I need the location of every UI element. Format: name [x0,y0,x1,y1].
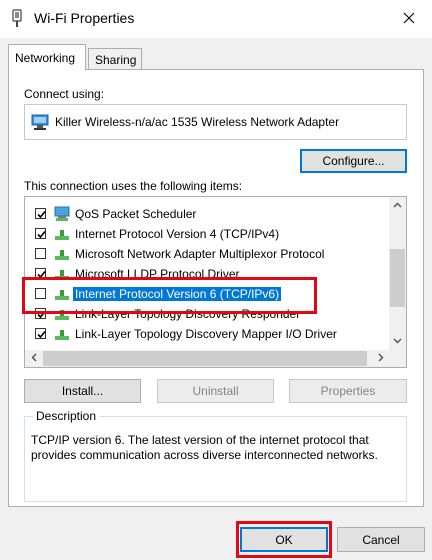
list-item-qos[interactable]: QoS Packet Scheduler [25,204,389,224]
install-button[interactable]: Install... [24,379,141,403]
network-service-icon [53,206,71,225]
wifi-adapter-icon [10,9,24,29]
uninstall-button-label: Uninstall [192,384,239,398]
description-group: Description TCP/IP version 6. The latest… [24,409,407,502]
list-item-label: Internet Protocol Version 4 (TCP/IPv4) [75,227,280,241]
ok-button[interactable]: OK [240,527,328,552]
list-item-label: Internet Protocol Version 6 (TCP/IPv6) [73,287,282,301]
window-title: Wi-Fi Properties [34,10,135,26]
properties-button[interactable]: Properties [289,379,407,403]
multiplexor-checkbox[interactable] [35,248,46,259]
list-item-ipv4[interactable]: Internet Protocol Version 4 (TCP/IPv4) [25,224,389,244]
list-item-label: Microsoft LLDP Protocol Driver [75,267,240,281]
items-list[interactable]: QoS Packet Scheduler Internet Protocol V… [24,196,407,368]
configure-button[interactable]: Configure... [300,149,407,173]
scroll-left-button[interactable] [25,350,42,367]
items-label: This connection uses the following items… [24,179,243,193]
tab-networking-label: Networking [15,50,76,65]
scroll-down-button[interactable] [389,333,406,350]
lltd-responder-checkbox[interactable] [35,308,46,319]
properties-button-label: Properties [320,384,376,398]
list-item-lltd-responder[interactable]: Link-Layer Topology Discovery Responder [25,304,389,324]
list-item-lldp[interactable]: Microsoft LLDP Protocol Driver [25,264,389,284]
vertical-scroll-thumb[interactable] [390,249,405,307]
chevron-up-icon [393,200,402,211]
lltd-mapper-checkbox[interactable] [35,328,46,339]
chevron-down-icon [393,336,402,347]
cancel-button[interactable]: Cancel [337,527,425,552]
cancel-button-label: Cancel [362,532,400,547]
description-legend: Description [33,409,100,423]
tab-sharing[interactable]: Sharing [88,48,142,70]
network-protocol-icon [53,326,71,345]
network-protocol-icon [53,246,71,265]
chevron-right-icon [378,353,384,365]
scroll-up-button[interactable] [389,197,406,214]
horizontal-scroll-thumb[interactable] [43,351,367,366]
description-text: TCP/IP version 6. The latest version of … [31,433,378,462]
configure-button-label: Configure... [322,154,385,168]
chevron-left-icon [31,353,37,365]
network-protocol-icon [53,306,71,325]
scroll-corner [389,350,406,367]
list-item-lltd-mapper[interactable]: Link-Layer Topology Discovery Mapper I/O… [25,324,389,344]
list-item-label: Link-Layer Topology Discovery Responder [75,307,301,321]
qos-checkbox[interactable] [35,208,46,219]
tab-networking[interactable]: Networking [8,44,86,70]
network-protocol-icon [53,226,71,245]
list-item-label: QoS Packet Scheduler [75,207,197,221]
install-button-label: Install... [61,384,104,398]
title-bar: Wi-Fi Properties [0,0,432,38]
uninstall-button[interactable]: Uninstall [157,379,274,403]
tab-sharing-label: Sharing [95,52,137,67]
network-adapter-icon [31,113,51,134]
network-protocol-icon [53,266,71,285]
lldp-checkbox[interactable] [35,268,46,279]
list-item-ipv6[interactable]: Internet Protocol Version 6 (TCP/IPv6) [25,284,389,304]
close-button[interactable] [386,0,432,38]
list-item-label: Link-Layer Topology Discovery Mapper I/O… [75,327,337,341]
ok-button-label: OK [275,532,293,547]
close-icon [403,12,415,27]
ipv4-checkbox[interactable] [35,228,46,239]
network-protocol-icon [53,286,71,305]
horizontal-scrollbar[interactable] [25,350,406,367]
adapter-name: Killer Wireless-n/a/ac 1535 Wireless Net… [55,115,340,129]
adapter-field: Killer Wireless-n/a/ac 1535 Wireless Net… [24,104,407,140]
vertical-scrollbar[interactable] [389,197,406,350]
list-item-label: Microsoft Network Adapter Multiplexor Pr… [75,247,325,261]
connect-using-label: Connect using: [24,87,105,101]
list-item-multiplexor[interactable]: Microsoft Network Adapter Multiplexor Pr… [25,244,389,264]
scroll-right-button[interactable] [372,350,389,367]
ipv6-checkbox[interactable] [35,288,46,299]
